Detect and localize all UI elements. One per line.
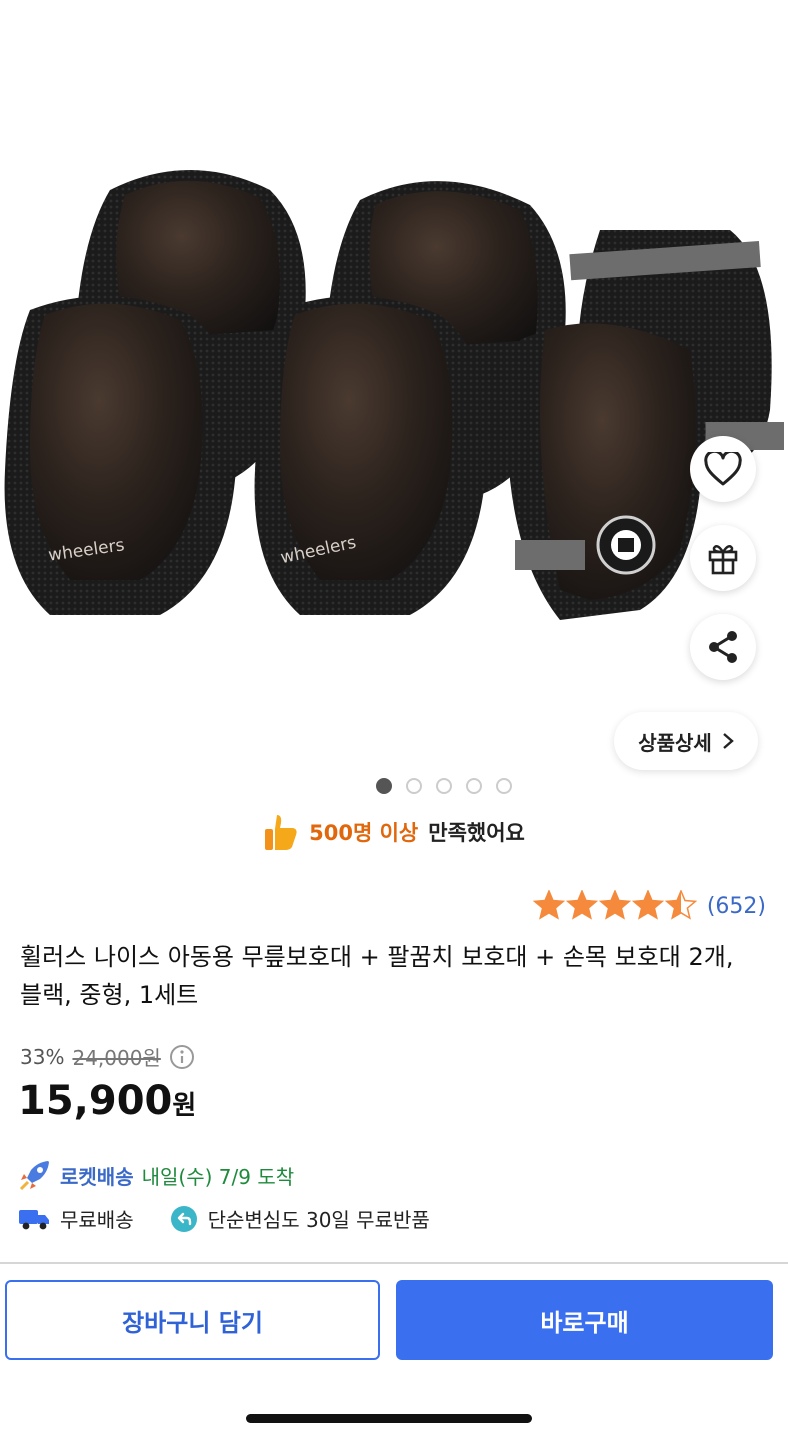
star	[598, 890, 631, 920]
divider	[0, 1262, 788, 1264]
rocket-icon	[19, 1161, 49, 1191]
gift-icon	[708, 545, 738, 575]
free-return-label: 단순변심도 30일 무료반품	[207, 1208, 430, 1232]
carousel-dot[interactable]	[466, 778, 482, 794]
home-indicator[interactable]	[246, 1414, 532, 1423]
product-title: 휠러스 나이스 아동용 무릎보호대 + 팔꿈치 보호대 + 손목 보호대 2개,…	[20, 943, 734, 1009]
detail-label: 상품상세	[638, 730, 712, 755]
sale-price-value: 15,900	[18, 1078, 173, 1124]
satisfaction-text: 만족했어요	[428, 821, 525, 845]
currency-unit: 원	[172, 1091, 197, 1121]
gift-button[interactable]	[690, 525, 756, 591]
sale-price: 15,900원	[18, 1078, 196, 1124]
chevron-right-icon	[723, 733, 734, 749]
satisfaction-banner: 500명 이상 만족했어요	[0, 808, 788, 856]
satisfaction-highlight: 500명 이상	[309, 821, 419, 845]
heart-icon	[704, 452, 742, 486]
truck-icon	[19, 1209, 49, 1229]
original-price-row: 33% 24,000원	[20, 1042, 195, 1071]
discount-rate: 33%	[20, 1044, 65, 1069]
star	[631, 890, 664, 920]
delivery-eta: 내일(수) 7/9 도착	[141, 1164, 295, 1189]
review-count[interactable]: (652)	[707, 894, 766, 919]
original-price: 24,000원	[72, 1046, 161, 1070]
product-page: wheelers wheelers 상품상세 500명 이상 만족했어요 (65…	[0, 0, 788, 1440]
star	[532, 890, 565, 920]
carousel-indicator	[0, 778, 788, 794]
info-icon[interactable]	[169, 1044, 195, 1070]
carousel-dot[interactable]	[436, 778, 452, 794]
star	[565, 890, 598, 920]
share-icon	[709, 631, 737, 663]
rocket-delivery-label: 로켓배송	[60, 1164, 134, 1189]
benefits-row: 무료배송 단순변심도 30일 무료반품	[18, 1204, 430, 1233]
share-button[interactable]	[690, 614, 756, 680]
carousel-dot[interactable]	[406, 778, 422, 794]
product-detail-button[interactable]: 상품상세	[614, 712, 758, 770]
star	[664, 890, 697, 920]
free-shipping-label: 무료배송	[60, 1208, 134, 1232]
thumbs-up-icon	[265, 815, 297, 850]
rocket-delivery-row: 로켓배송 내일(수) 7/9 도착	[18, 1158, 294, 1192]
wishlist-button[interactable]	[690, 436, 756, 502]
return-icon	[170, 1205, 197, 1232]
product-image[interactable]: wheelers wheelers	[0, 150, 788, 640]
buy-now-button[interactable]: 바로구매	[396, 1280, 773, 1360]
carousel-dot[interactable]	[376, 778, 392, 794]
add-to-cart-button[interactable]: 장바구니 담기	[5, 1280, 380, 1360]
carousel-dot[interactable]	[496, 778, 512, 794]
star-rating-icon	[532, 890, 697, 920]
product-rating[interactable]: (652)	[532, 890, 766, 922]
